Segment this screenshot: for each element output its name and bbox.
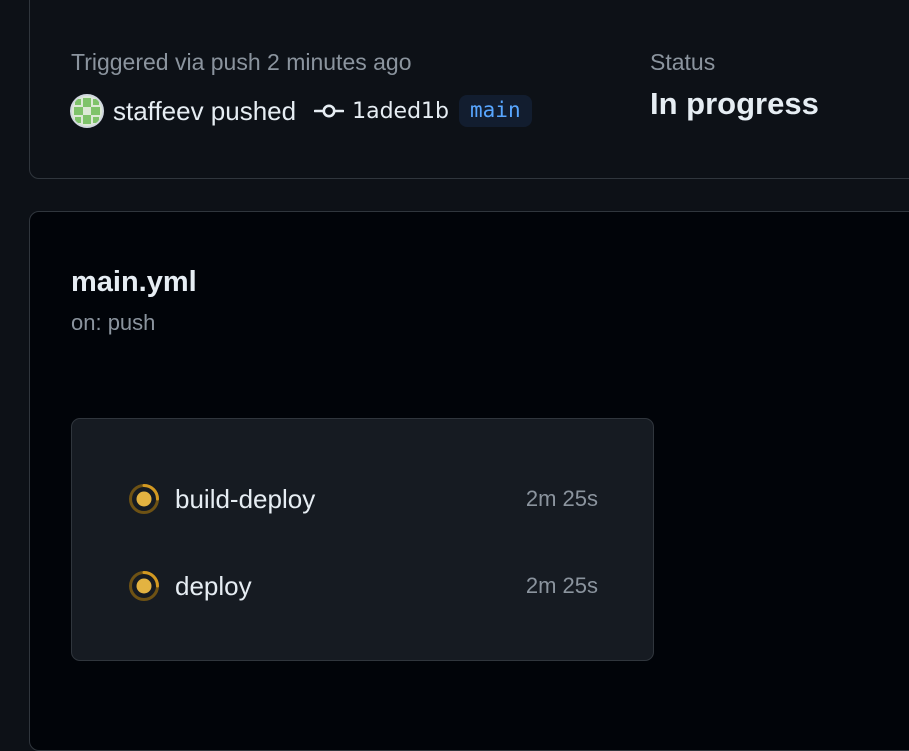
- job-name: deploy: [175, 570, 252, 601]
- git-commit-icon: [314, 104, 345, 118]
- job-name: build-deploy: [175, 483, 316, 514]
- run-summary-card: Triggered via push 2 minutes ago staffee…: [29, 0, 909, 179]
- in-progress-spinner-icon: [129, 484, 159, 514]
- avatar[interactable]: [70, 94, 104, 128]
- actor-link[interactable]: staffeev pushed: [113, 96, 296, 127]
- workflow-name: main.yml: [71, 266, 197, 298]
- identicon-avatar-icon: [72, 96, 102, 126]
- trigger-details: staffeev pushed 1aded1b main: [70, 91, 532, 131]
- jobs-box: build-deploy 2m 25s deploy 2m 25s: [71, 418, 654, 661]
- branch-badge[interactable]: main: [459, 95, 532, 127]
- job-row[interactable]: build-deploy 2m 25s: [128, 479, 598, 519]
- status-label: Status: [650, 49, 716, 75]
- workflow-trigger: on: push: [71, 310, 156, 335]
- trigger-info: Triggered via push 2 minutes ago: [71, 49, 412, 75]
- job-duration: 2m 25s: [525, 573, 598, 598]
- job-row[interactable]: deploy 2m 25s: [128, 566, 598, 606]
- in-progress-spinner-icon: [129, 571, 159, 601]
- commit-sha-link[interactable]: 1aded1b: [352, 99, 449, 124]
- workflow-graph-card: main.yml on: push build-deploy 2m 25s de…: [29, 211, 909, 751]
- job-duration: 2m 25s: [525, 486, 598, 511]
- status-value: In progress: [650, 86, 819, 121]
